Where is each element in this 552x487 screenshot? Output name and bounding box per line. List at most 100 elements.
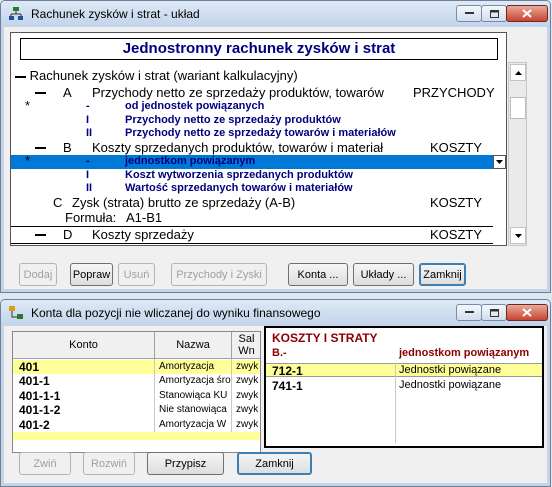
- row-side: KOSZTY: [430, 195, 483, 210]
- tree-row[interactable]: * - od jednostek powiązanych: [11, 98, 506, 113]
- cell-konto: 712-1: [272, 364, 303, 378]
- przypisz-button[interactable]: Przypisz: [147, 452, 224, 475]
- konta-window: Konta dla pozycji nie wliczanej do wynik…: [0, 299, 551, 487]
- zwin-button[interactable]: Zwiń: [19, 452, 71, 475]
- row-text: Przychody netto ze sprzedaży towarów i m…: [125, 127, 396, 139]
- koszty-table[interactable]: KOSZTY I STRATY B.- jednostkom powiązany…: [264, 326, 544, 448]
- tree-root-label: Rachunek zysków i strat (wariant kalkula…: [29, 68, 298, 83]
- tree-root[interactable]: Rachunek zysków i strat (wariant kalkula…: [15, 68, 506, 83]
- window-title: Konta dla pozycji nie wliczanej do wynik…: [31, 306, 321, 320]
- row-text: Przychody netto ze sprzedaży produktów, …: [92, 85, 384, 100]
- table-row[interactable]: 401-1 Amortyzacja śro zwyk: [13, 374, 260, 389]
- uklady-button[interactable]: Układy ...: [353, 263, 414, 286]
- table-row[interactable]: 401 Amortyzacja zwyk: [13, 360, 260, 374]
- cell-konto: 401: [19, 360, 40, 374]
- tree-row[interactable]: I Przychody netto ze sprzedaży produktów: [11, 114, 506, 127]
- maximize-button[interactable]: [481, 304, 507, 321]
- minimize-button[interactable]: [456, 5, 482, 22]
- minimize-button[interactable]: [456, 304, 482, 321]
- tree-row[interactable]: II Przychody netto ze sprzedaży towarów …: [11, 127, 506, 140]
- table-row[interactable]: 401-1-2 Nie stanowiąca zwyk: [13, 403, 260, 418]
- collapse-icon[interactable]: [15, 75, 26, 78]
- maximize-button[interactable]: [481, 5, 507, 22]
- window-title: Rachunek zysków i strat - układ: [31, 7, 200, 21]
- tree-row-c[interactable]: C Zysk (strata) brutto ze sprzedaży (A-B…: [11, 195, 506, 211]
- close-button[interactable]: [506, 304, 548, 321]
- divider: [11, 243, 493, 244]
- title-bar[interactable]: Konta dla pozycji nie wliczanej do wynik…: [1, 300, 550, 326]
- popraw-button[interactable]: Popraw: [70, 263, 113, 286]
- usun-button[interactable]: Usuń: [118, 263, 155, 286]
- row-letter: C: [53, 195, 63, 210]
- tree-row-a[interactable]: A Przychody netto ze sprzedaży produktów…: [11, 85, 506, 100]
- table-row[interactable]: 712-1 Jednostki powiązane: [266, 364, 542, 378]
- layout-tree[interactable]: Jednostronny rachunek zysków i strat Rac…: [10, 32, 507, 246]
- column-header-nazwa[interactable]: Nazwa: [155, 332, 232, 359]
- vertical-scrollbar[interactable]: [508, 62, 527, 246]
- row-text: Koszty sprzedaży: [92, 227, 194, 242]
- collapse-icon[interactable]: [35, 234, 46, 236]
- asterisk-icon: *: [25, 98, 31, 113]
- cell-sal: zwyk: [236, 390, 259, 401]
- formula-label: Formuła:: [65, 210, 117, 225]
- row-text: Koszt wytworzenia sprzedanych produktów: [125, 169, 353, 181]
- formula-value: A1-B1: [126, 210, 163, 225]
- collapse-icon[interactable]: [35, 92, 46, 94]
- przychody-button[interactable]: Przychody i Zyski: [171, 263, 267, 286]
- rozwin-button[interactable]: Rozwiń: [83, 452, 135, 475]
- row-marker: I: [86, 169, 90, 181]
- table-row[interactable]: 401-1-1 Stanowiąca KU zwyk: [13, 389, 260, 403]
- zamknij-button[interactable]: Zamknij: [419, 263, 466, 286]
- cell-nazwa: Jednostki powiązane: [399, 364, 502, 376]
- cell-sal: zwyk: [236, 375, 259, 386]
- cell-nazwa: Nie stanowiąca: [159, 404, 227, 415]
- row-text: od jednostek powiązanych: [125, 100, 265, 112]
- header-sal: Sal: [238, 333, 255, 345]
- report-header: Jednostronny rachunek zysków i strat: [20, 38, 498, 60]
- cell-konto: 741-1: [272, 379, 303, 393]
- table-row[interactable]: 741-1 Jednostki powiązane: [266, 379, 542, 393]
- zamknij-button-2[interactable]: Zamknij: [237, 452, 312, 475]
- cell-sal: zwyk: [236, 361, 259, 372]
- cell-konto: 401-1-1: [19, 389, 61, 403]
- row-marker: -: [86, 155, 90, 167]
- tree-row[interactable]: * * - jednostkom powiązanym: [11, 153, 506, 169]
- dropdown-arrow-icon[interactable]: [493, 155, 506, 169]
- konta-button[interactable]: Konta ...: [288, 263, 348, 286]
- row-text: jednostkom powiązanym: [125, 155, 256, 167]
- row-side: KOSZTY: [430, 140, 483, 155]
- konta-table[interactable]: Konto Nazwa Sal Wn 401 Amortyzacja zwyk …: [12, 331, 261, 453]
- scroll-down-icon[interactable]: [510, 227, 526, 244]
- row-letter: D: [63, 227, 73, 242]
- table-row[interactable]: 401-2 Amortyzacja W zwyk: [13, 418, 260, 432]
- row-letter: A: [63, 85, 72, 100]
- row-marker: I: [86, 114, 90, 126]
- collapse-icon[interactable]: [35, 147, 46, 149]
- tree-icon: [8, 305, 24, 321]
- column-divider: [154, 359, 155, 432]
- column-divider: [231, 359, 232, 432]
- section-code: B.-: [272, 347, 287, 359]
- column-divider: [395, 363, 396, 443]
- section-subtitle: jednostkom powiązanym: [399, 347, 530, 359]
- cell-nazwa: Amortyzacja: [159, 361, 215, 372]
- row-letter: B: [63, 140, 72, 155]
- row-text: Zysk (strata) brutto ze sprzedaży (A-B): [72, 195, 296, 210]
- close-button[interactable]: [506, 5, 548, 22]
- row-marker: II: [86, 182, 93, 194]
- scroll-up-icon[interactable]: [510, 64, 526, 81]
- scroll-thumb[interactable]: [510, 97, 526, 119]
- column-header-sal[interactable]: Sal Wn: [232, 332, 260, 359]
- tree-row[interactable]: II Wartość sprzedanych towarów i materia…: [11, 182, 506, 195]
- tree-row[interactable]: I Koszt wytworzenia sprzedanych produktó…: [11, 169, 506, 182]
- formula-row[interactable]: Formuła: A1-B1: [11, 210, 506, 226]
- row-side: KOSZTY: [430, 227, 483, 242]
- tree-row-d[interactable]: D Koszty sprzedaży KOSZTY: [11, 227, 506, 243]
- section-title: KOSZTY I STRATY: [272, 331, 378, 345]
- title-bar[interactable]: Rachunek zysków i strat - układ: [1, 1, 550, 27]
- cell-konto: 401-1: [19, 374, 50, 388]
- header-wn: Wn: [238, 345, 255, 357]
- tree-row-b[interactable]: B Koszty sprzedanych produktów, towarów …: [11, 140, 506, 155]
- dodaj-button[interactable]: Dodaj: [19, 263, 57, 286]
- column-header-konto[interactable]: Konto: [13, 332, 155, 359]
